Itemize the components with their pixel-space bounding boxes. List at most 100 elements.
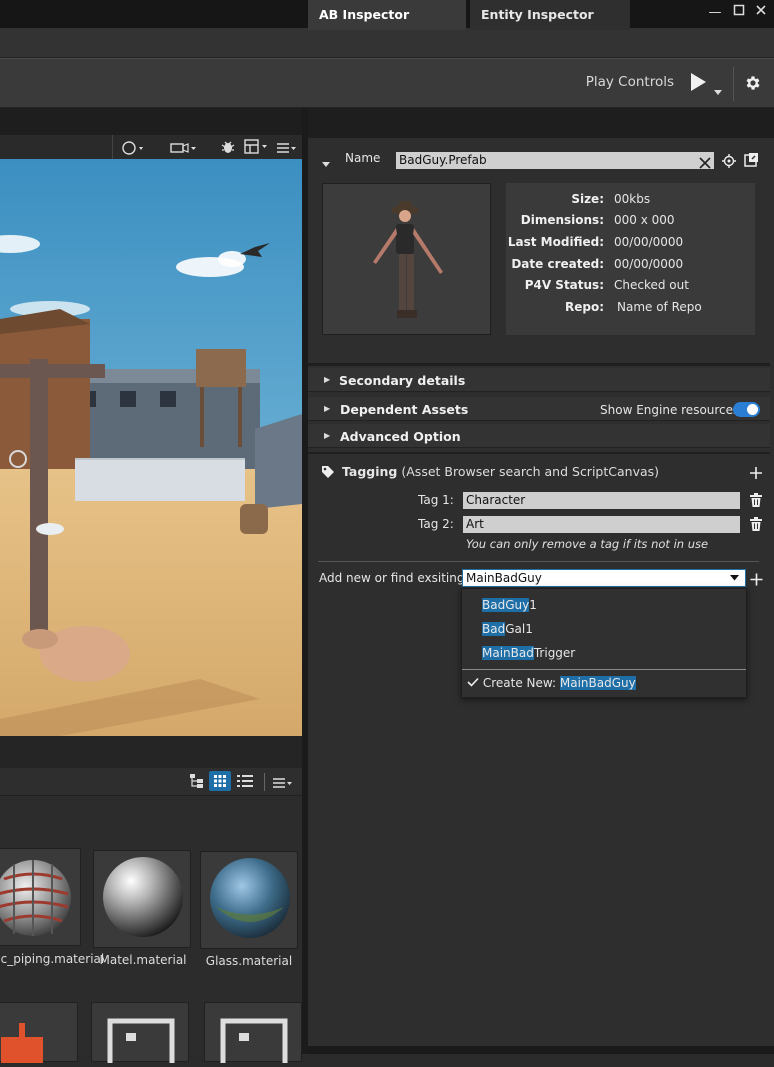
toolbar-divider [733, 67, 734, 101]
material-sphere-icon [210, 858, 290, 938]
grid-view-icon [214, 775, 226, 787]
section-divider [308, 452, 770, 454]
tag-removal-note: You can only remove a tag if its not in … [466, 537, 709, 551]
detail-value: 000 x 000 [614, 213, 675, 227]
script-asset-icon [1, 1023, 43, 1067]
close-icon[interactable] [752, 4, 770, 22]
expand-arrow-icon: ▶ [324, 431, 331, 440]
suggestion-rest-text: Gal1 [505, 622, 533, 636]
section-title: Dependent Assets [340, 402, 469, 417]
viewport-footer [0, 736, 302, 768]
asset-thumbnail-glass[interactable] [200, 851, 298, 949]
tag-label: Tag 2: [418, 517, 454, 531]
detail-value: 00kbs [614, 192, 651, 206]
suggestion-item[interactable]: BadGal1 [482, 622, 533, 636]
detail-value: 00/00/0000 [614, 235, 684, 249]
tagging-subtitle: (Asset Browser search and ScriptCanvas) [401, 464, 660, 479]
detail-key: Last Modified: [507, 235, 604, 249]
create-new-tag-item[interactable]: Create New: MainBadGuy [467, 676, 636, 690]
play-controls-label: Play Controls [585, 74, 674, 90]
grid-view-button[interactable] [209, 771, 231, 791]
tab-entity-inspector[interactable]: Entity Inspector [470, 0, 630, 30]
asset-thumbnail-matel[interactable] [93, 850, 191, 948]
detail-key: Size: [571, 192, 604, 206]
menu-bar [0, 28, 774, 58]
show-engine-resources-toggle[interactable] [733, 402, 760, 417]
viewport-menu-icon[interactable] [276, 140, 298, 159]
settings-gear-icon[interactable] [744, 74, 762, 96]
image-placeholder-icon [220, 1018, 288, 1067]
add-tag-plus-icon[interactable] [749, 465, 763, 484]
scene-render [0, 159, 302, 736]
vp-toolbar-divider [112, 135, 113, 159]
create-new-value: MainBadGuy [559, 676, 636, 690]
show-engine-resources-label: Show Engine resources [600, 403, 740, 417]
detail-key: Dimensions: [520, 213, 604, 227]
tree-view-icon[interactable] [189, 773, 205, 793]
material-sphere-icon [0, 860, 71, 936]
play-dropdown-icon[interactable] [714, 80, 722, 99]
tagging-title: Tagging [342, 464, 398, 479]
asset-thumbnail-image[interactable] [91, 1002, 189, 1067]
scene-viewport[interactable] [0, 159, 302, 736]
play-icon[interactable] [688, 72, 708, 96]
detail-value: 00/00/0000 [614, 257, 684, 271]
image-placeholder-icon [107, 1018, 175, 1067]
asset-thumbnail-image[interactable] [204, 1002, 302, 1067]
name-field[interactable]: BadGuy.Prefab [396, 152, 714, 169]
section-advanced-option[interactable]: ▶ Advanced Option [308, 424, 770, 448]
status-bar [308, 1046, 774, 1054]
layout-icon[interactable] [244, 139, 270, 159]
combobox-chevron-down-icon[interactable] [730, 575, 739, 581]
tag-value: Character [466, 493, 526, 507]
locate-target-icon[interactable] [722, 153, 736, 172]
add-tag-label: Add new or find exsiting: [319, 571, 469, 585]
section-dependent-assets[interactable]: ▶ Dependent Assets Show Engine resources [308, 397, 770, 421]
tag-icon [321, 464, 335, 483]
tag-value: Art [466, 517, 484, 531]
add-tag-combobox[interactable]: MainBadGuy [462, 569, 746, 587]
tab-ab-inspector[interactable]: AB Inspector [308, 0, 466, 30]
asset-thumbnail-piping[interactable] [0, 848, 81, 946]
delete-tag-trash-icon[interactable] [750, 492, 762, 511]
section-title: Advanced Option [340, 429, 461, 444]
checkmark-icon [467, 677, 479, 687]
asset-browser-grid: ab1c_piping.material Matel.material Glas… [0, 796, 302, 1067]
minimize-icon[interactable]: — [706, 4, 724, 22]
dropdown-divider [462, 669, 746, 670]
asset-browser-toolbar [0, 768, 302, 796]
asset-label: ab1c_piping.material [0, 952, 105, 966]
asset-thumbnail-partial[interactable] [0, 1002, 78, 1067]
expand-arrow-icon: ▶ [324, 404, 331, 413]
add-tag-input-value: MainBadGuy [466, 571, 542, 585]
viewport-toolbar [0, 135, 302, 159]
character-preview-image [373, 201, 443, 318]
name-value: BadGuy.Prefab [399, 153, 487, 167]
suggestion-item[interactable]: MainBadTrigger [482, 646, 575, 660]
viewport-header [0, 108, 302, 135]
suggestion-rest-text: 1 [529, 598, 537, 612]
asset-browser-menu-icon[interactable] [272, 775, 294, 794]
tag-field[interactable]: Art [463, 516, 740, 533]
tag-label: Tag 1: [418, 493, 454, 507]
tag-field[interactable]: Character [463, 492, 740, 509]
name-collapse-icon[interactable] [321, 154, 331, 173]
open-asset-icon[interactable] [744, 152, 759, 171]
suggestion-match-text: MainBad [482, 646, 534, 660]
camera-icon[interactable] [170, 140, 198, 159]
camera-circle-icon[interactable] [122, 140, 144, 159]
debug-bug-icon[interactable] [220, 139, 236, 159]
delete-tag-trash-icon[interactable] [750, 516, 762, 535]
add-tag-plus-icon[interactable] [750, 571, 763, 590]
section-secondary-details[interactable]: ▶ Secondary details [308, 368, 770, 392]
tagging-heading: Tagging (Asset Browser search and Script… [342, 464, 659, 479]
ab-toolbar-divider [264, 773, 265, 791]
list-view-icon[interactable] [236, 773, 254, 793]
detail-key: P4V Status: [524, 278, 604, 292]
expand-arrow-icon: ▶ [324, 375, 331, 384]
maximize-icon[interactable] [730, 4, 748, 22]
material-sphere-icon [103, 857, 183, 937]
asset-label: Matel.material [99, 953, 187, 967]
clear-name-icon[interactable] [699, 154, 711, 173]
suggestion-item[interactable]: BadGuy1 [482, 598, 537, 612]
